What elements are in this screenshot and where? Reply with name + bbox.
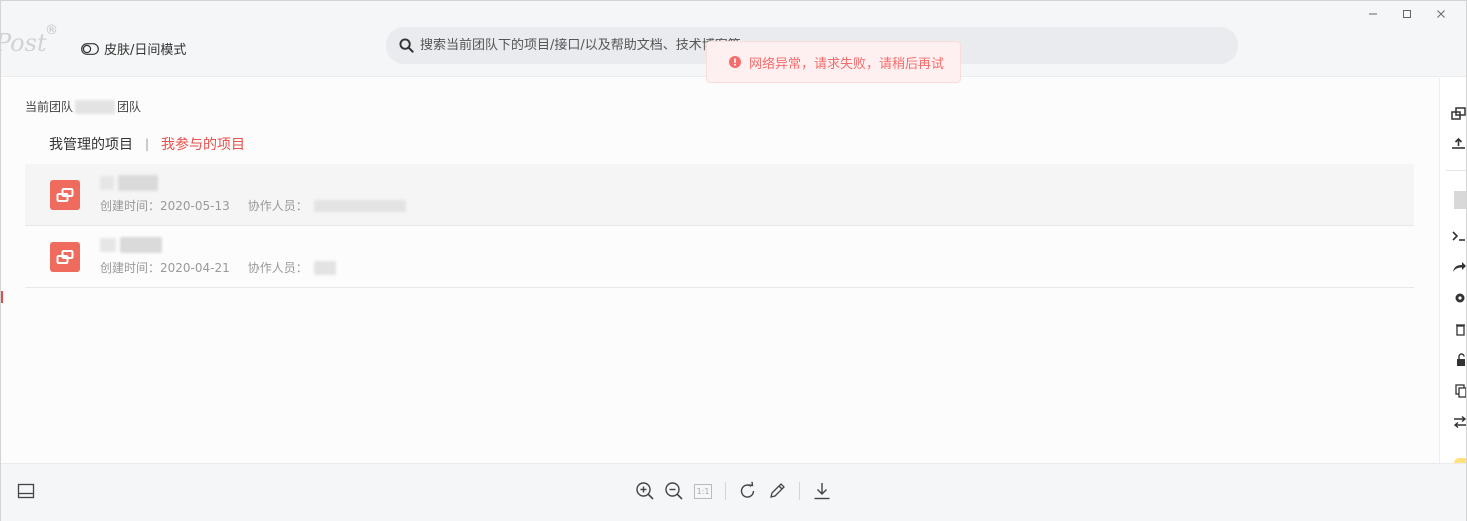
upload-icon[interactable]	[1450, 135, 1466, 151]
project-info: 创建时间： 2020-04-21 协作人员：	[100, 237, 336, 276]
project-meta: 创建时间： 2020-05-13 协作人员：	[100, 197, 406, 214]
project-row[interactable]: 创建时间： 2020-05-13 协作人员：	[25, 164, 1414, 226]
trash-icon[interactable]	[1450, 321, 1466, 337]
search-icon	[399, 38, 414, 53]
toggle-icon	[81, 42, 99, 55]
share-icon[interactable]	[1450, 259, 1466, 275]
error-icon	[729, 56, 741, 68]
rotate-icon	[740, 481, 755, 498]
created-label: 创建时间：	[100, 199, 161, 213]
created-date: 2020-04-21	[160, 260, 230, 275]
collaborators-label: 协作人员：	[247, 261, 308, 275]
actual-size-badge: 1:1	[694, 483, 712, 499]
main-content: 当前团队 团队 我管理的项目 | 我参与的项目 创建时间： 2020-05-13…	[1, 78, 1441, 463]
project-tabs: 我管理的项目 | 我参与的项目	[49, 134, 245, 154]
collaborators-label: 协作人员：	[247, 199, 308, 213]
minimize-button[interactable]	[1356, 5, 1390, 23]
terminal-icon[interactable]	[1450, 228, 1466, 244]
project-name-redacted	[100, 237, 336, 253]
tab-separator: |	[145, 137, 150, 151]
zoom-in-icon	[636, 482, 654, 500]
tab-managed-projects[interactable]: 我管理的项目	[49, 134, 133, 154]
toolbar-divider	[1446, 170, 1466, 171]
copy-icon[interactable]	[1450, 383, 1466, 399]
toast-message: 网络异常，请求失败，请稍后再试	[749, 56, 945, 72]
download-button[interactable]	[811, 480, 833, 502]
window-controls	[1356, 5, 1458, 23]
app-logo: Post	[0, 29, 47, 57]
created-label: 创建时间：	[100, 261, 161, 275]
lock-icon[interactable]	[1450, 352, 1466, 368]
team-suffix: 团队	[117, 100, 142, 114]
swap-icon[interactable]	[1450, 414, 1466, 430]
right-toolbar	[1439, 78, 1466, 463]
window-icon[interactable]	[1450, 106, 1466, 122]
close-button[interactable]	[1424, 5, 1458, 23]
maximize-button[interactable]	[1390, 5, 1424, 23]
team-prefix: 当前团队	[25, 100, 74, 114]
created-date: 2020-05-13	[160, 198, 230, 213]
current-team: 当前团队 团队	[25, 98, 141, 115]
project-link-icon	[56, 249, 74, 264]
project-link-icon	[56, 187, 74, 202]
footer-toolbar: 1:1	[1, 463, 1466, 521]
actual-size-button[interactable]: 1:1	[692, 480, 714, 502]
rotate-button[interactable]	[737, 480, 759, 502]
zoom-out-icon	[665, 482, 683, 500]
tab-joined-projects[interactable]: 我参与的项目	[161, 134, 245, 154]
placeholder-block	[1454, 191, 1466, 209]
team-name-redacted	[75, 99, 116, 114]
footer-separator	[799, 482, 800, 500]
panel-layout-icon	[17, 483, 35, 499]
skin-mode-label: 皮肤/日间模式	[104, 43, 187, 58]
minimize-icon	[1369, 13, 1377, 15]
settings-icon[interactable]	[1450, 290, 1466, 306]
pencil-icon	[770, 483, 785, 498]
layout-toggle-button[interactable]	[15, 480, 37, 502]
zoom-in-button[interactable]	[634, 480, 656, 502]
logo-registered-mark: ®	[45, 23, 58, 38]
close-icon	[1437, 10, 1445, 18]
project-icon	[50, 241, 80, 272]
project-icon	[50, 179, 80, 210]
project-meta: 创建时间： 2020-04-21 协作人员：	[100, 259, 336, 276]
project-list: 创建时间： 2020-05-13 协作人员： 创建时间： 2020-04-21 …	[25, 164, 1414, 288]
zoom-out-button[interactable]	[663, 480, 685, 502]
edit-button[interactable]	[766, 480, 788, 502]
collaborators-redacted	[313, 260, 336, 275]
collaborators-redacted	[313, 199, 406, 212]
skin-mode-toggle[interactable]: 皮肤/日间模式	[81, 39, 186, 58]
project-name-redacted	[100, 175, 406, 191]
left-edge-marker	[1, 291, 3, 303]
footer-separator	[725, 482, 726, 500]
project-row[interactable]: 创建时间： 2020-04-21 协作人员：	[25, 226, 1414, 288]
error-toast: 网络异常，请求失败，请稍后再试	[706, 41, 961, 83]
maximize-icon	[1403, 10, 1411, 18]
project-info: 创建时间： 2020-05-13 协作人员：	[100, 175, 406, 214]
download-icon	[814, 483, 830, 500]
